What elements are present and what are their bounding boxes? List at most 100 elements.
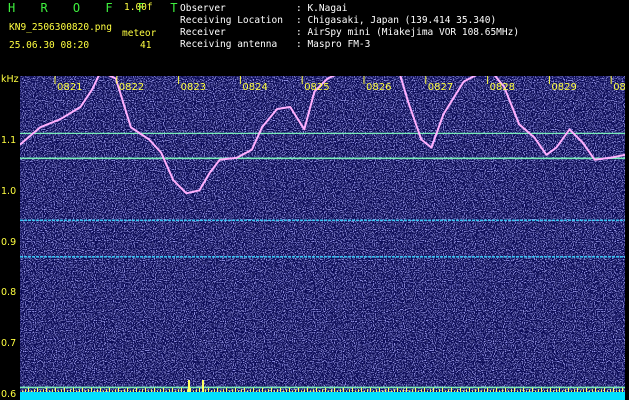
strip-spike bbox=[22, 390, 23, 392]
strip-spike bbox=[217, 388, 218, 392]
strip-spike bbox=[40, 390, 41, 392]
strip-spike bbox=[238, 390, 239, 392]
bottom-strip-band bbox=[20, 392, 625, 400]
strip-spike bbox=[565, 389, 566, 392]
strip-spike bbox=[466, 389, 467, 392]
location-label: Receiving Location bbox=[180, 15, 283, 26]
antenna-label: Receiving antenna bbox=[180, 39, 278, 50]
strip-spike bbox=[412, 389, 413, 392]
spectrogram-plot: 0821 0822 0823 0824 0825 0826 0827 0828 0829 0830 bbox=[20, 76, 625, 400]
strip-spike bbox=[70, 389, 71, 392]
strip-spike bbox=[247, 390, 248, 392]
strip-spike bbox=[586, 388, 587, 392]
strip-spike bbox=[325, 388, 326, 392]
strip-spike bbox=[601, 389, 602, 392]
strip-spike bbox=[235, 388, 236, 392]
strip-spike bbox=[82, 388, 83, 392]
strip-spike bbox=[490, 390, 491, 392]
receiver-label: Receiver bbox=[180, 27, 226, 38]
strip-spike bbox=[361, 388, 362, 392]
strip-spike bbox=[508, 390, 509, 392]
strip-spike bbox=[427, 390, 428, 392]
app-version: 1.00f bbox=[124, 2, 153, 13]
strip-spike bbox=[478, 388, 479, 392]
time-tick-label: 0823 bbox=[181, 82, 206, 93]
strip-spike bbox=[610, 389, 611, 392]
strip-spike bbox=[583, 389, 584, 392]
strip-spike bbox=[106, 389, 107, 392]
strip-spike bbox=[520, 389, 521, 392]
meteor-count: 41 bbox=[140, 40, 152, 51]
strip-spike bbox=[160, 389, 161, 392]
time-tick-label: 0826 bbox=[366, 82, 391, 93]
strip-spike bbox=[313, 389, 314, 392]
strip-spike bbox=[376, 389, 377, 392]
strip-spike bbox=[502, 389, 503, 392]
strip-spike bbox=[184, 390, 185, 392]
strip-spike bbox=[205, 389, 206, 392]
strip-spike bbox=[109, 388, 110, 392]
strip-spike bbox=[340, 389, 341, 392]
strip-spike bbox=[307, 388, 308, 392]
strip-spike bbox=[157, 390, 158, 392]
strip-spike bbox=[499, 390, 500, 392]
strip-spike bbox=[151, 389, 152, 392]
y-tick-label: 0.6 bbox=[1, 389, 17, 400]
time-tick-label: 0825 bbox=[304, 82, 329, 93]
strip-spike bbox=[379, 388, 380, 392]
strip-spike bbox=[400, 390, 401, 392]
strip-spike bbox=[37, 388, 38, 392]
strip-spike bbox=[553, 390, 554, 392]
strip-spike bbox=[148, 390, 149, 392]
strip-spike bbox=[268, 389, 269, 392]
observer-label: Observer bbox=[180, 3, 226, 14]
strip-spike bbox=[172, 388, 173, 392]
strip-spike bbox=[49, 390, 50, 392]
y-tick-label: 1.0 bbox=[1, 185, 17, 197]
strip-spike bbox=[43, 389, 44, 392]
strip-spike bbox=[283, 390, 284, 392]
strip-spike bbox=[514, 388, 515, 392]
strip-spike bbox=[595, 388, 596, 392]
strip-spike bbox=[544, 390, 545, 392]
antenna-value: : Maspro FM-3 bbox=[296, 39, 371, 50]
strip-spike bbox=[355, 390, 356, 392]
strip-spike bbox=[367, 389, 368, 392]
strip-spike bbox=[310, 390, 311, 392]
strip-spike bbox=[265, 390, 266, 392]
strip-spike bbox=[298, 388, 299, 392]
strip-spike bbox=[52, 389, 53, 392]
strip-spike bbox=[580, 390, 581, 392]
strip-spike bbox=[136, 388, 137, 392]
strip-spike bbox=[295, 389, 296, 392]
strip-spike bbox=[604, 388, 605, 392]
strip-spike bbox=[25, 389, 26, 392]
strip-spike bbox=[409, 390, 410, 392]
strip-spike bbox=[562, 390, 563, 392]
strip-spike bbox=[64, 388, 65, 392]
strip-spike bbox=[271, 388, 272, 392]
app-brand: H R O F F T bbox=[8, 1, 187, 15]
strip-spike bbox=[211, 390, 212, 392]
strip-spike bbox=[133, 389, 134, 392]
strip-spike bbox=[208, 388, 209, 392]
strip-spike bbox=[196, 389, 197, 392]
strip-spike bbox=[46, 388, 47, 392]
strip-spike bbox=[352, 388, 353, 392]
strip-spike bbox=[253, 388, 254, 392]
strip-spike bbox=[85, 390, 86, 392]
strip-spike bbox=[484, 389, 485, 392]
strip-spike bbox=[127, 388, 128, 392]
time-tick-label: 0824 bbox=[242, 82, 267, 93]
strip-spike bbox=[199, 388, 200, 392]
observer-value: : K.Nagai bbox=[296, 3, 348, 14]
strip-spike bbox=[364, 390, 365, 392]
strip-spike bbox=[280, 388, 281, 392]
strip-spike bbox=[229, 390, 230, 392]
strip-spike bbox=[169, 389, 170, 392]
strip-spike bbox=[547, 389, 548, 392]
strip-spike bbox=[391, 390, 392, 392]
strip-spike bbox=[226, 388, 227, 392]
strip-spike bbox=[262, 388, 263, 392]
strip-spike bbox=[613, 388, 614, 392]
